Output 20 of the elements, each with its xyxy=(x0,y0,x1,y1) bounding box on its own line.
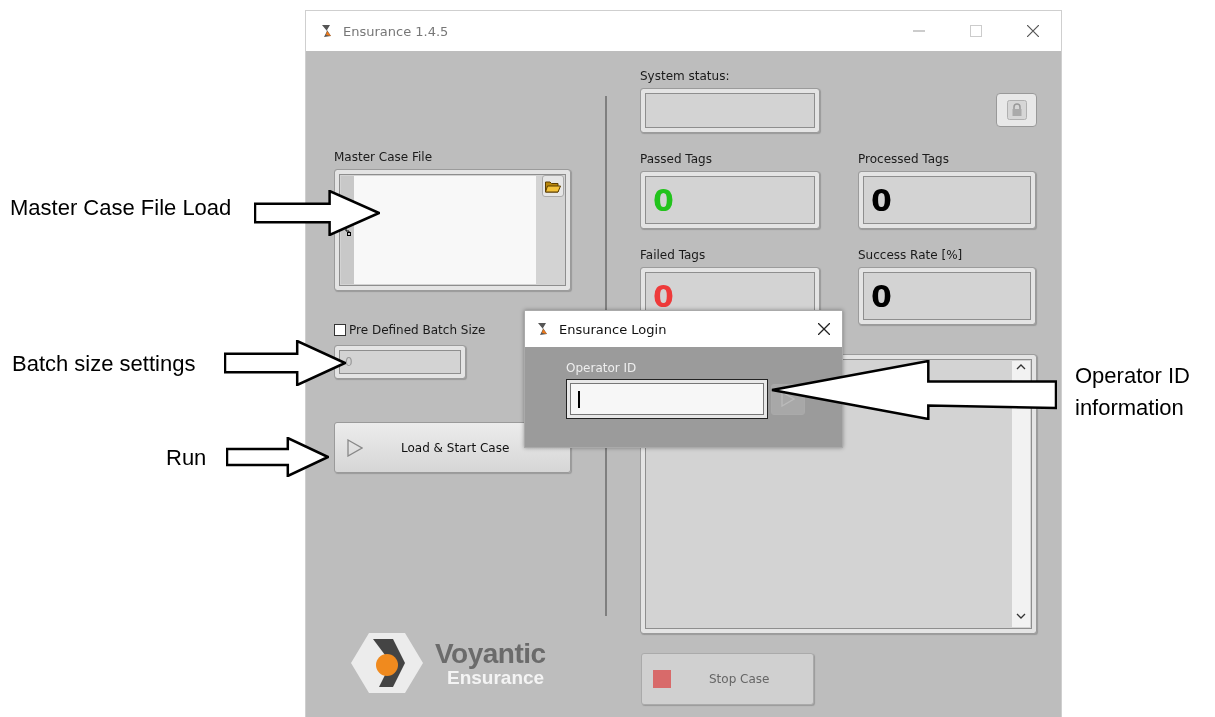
callout-label: Batch size settings xyxy=(12,350,196,378)
field-label: Processed Tags xyxy=(858,152,950,166)
counter-value: 0 xyxy=(653,278,674,314)
callout-label: Master Case File Load xyxy=(10,194,232,222)
window-title: Ensurance 1.4.5 xyxy=(343,23,450,39)
dialog-title: Ensurance Login xyxy=(559,321,668,337)
callout-label: Operator ID information xyxy=(1075,362,1191,422)
logo-text: Voyantic xyxy=(435,639,546,668)
field-label: Operator ID xyxy=(566,361,638,375)
load-start-button[interactable]: Load & Start Case xyxy=(334,422,571,473)
field-label: Master Case File xyxy=(334,150,433,164)
field-label: Passed Tags xyxy=(640,152,713,166)
field-label: System status: xyxy=(640,69,731,83)
counter-value: 0 xyxy=(653,182,674,218)
field-label: Success Rate [%] xyxy=(858,248,964,262)
callout-label: Run xyxy=(166,444,207,472)
counter-value: 0 xyxy=(871,182,892,218)
counter-value: 0 xyxy=(871,278,892,314)
field-label: Failed Tags xyxy=(640,248,707,262)
checkbox-label: Pre Defined Batch Size xyxy=(349,323,486,337)
